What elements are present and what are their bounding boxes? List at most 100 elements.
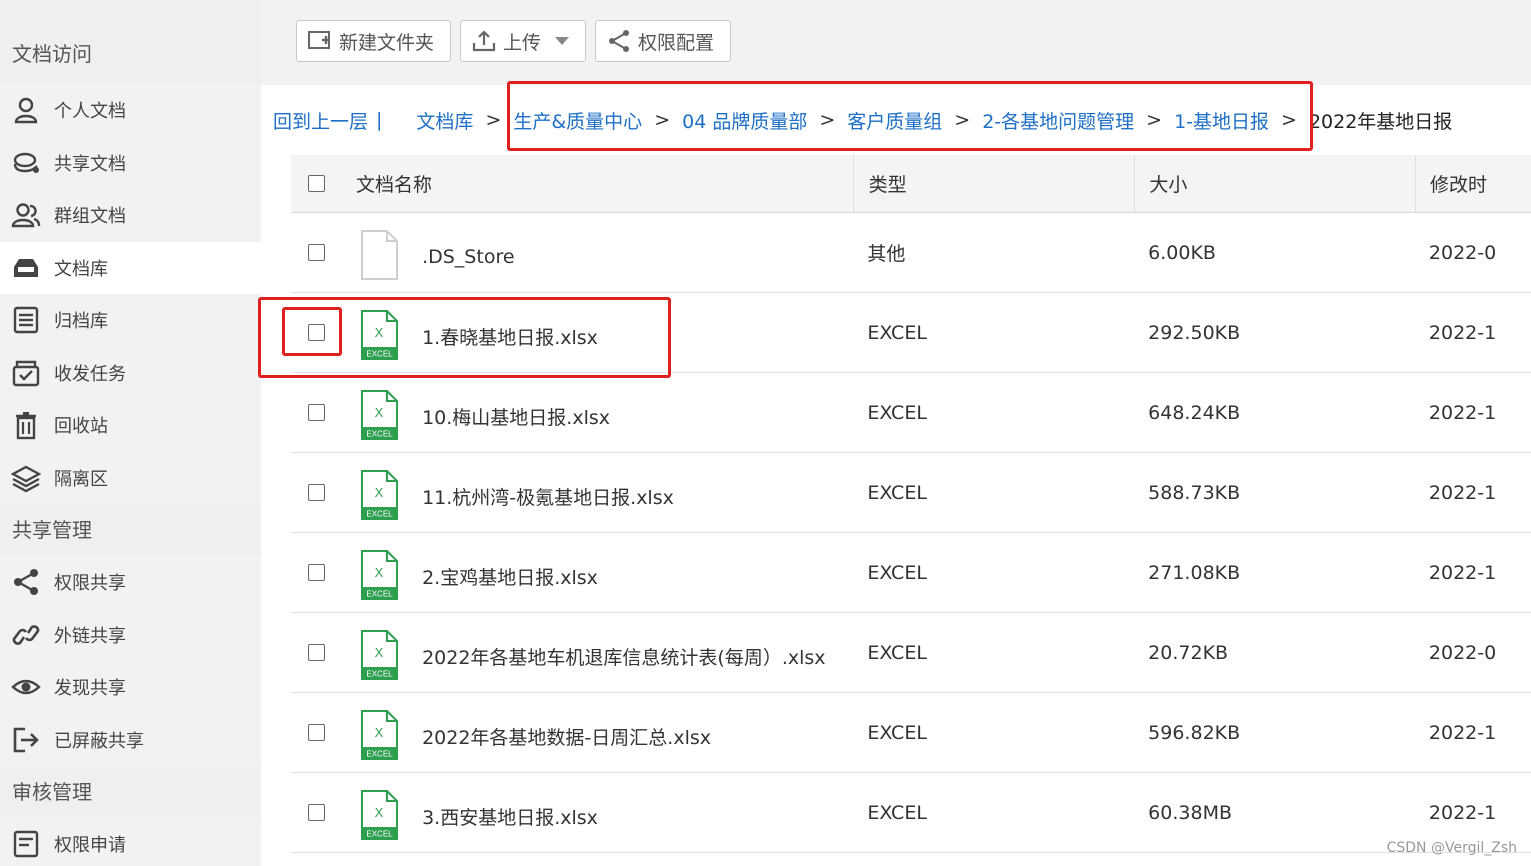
sidebar-item-label: 权限共享 (54, 573, 126, 595)
file-name-cell[interactable]: X EXCEL 10.梅山基地日报.xlsx (341, 373, 852, 452)
new-folder-label: 新建文件夹 (339, 31, 435, 54)
sidebar-item-blocked-share[interactable]: 已屏蔽共享 (0, 714, 261, 767)
table-row[interactable]: X EXCEL 2.宝鸡基地日报.xlsx EXCEL 271.08KB 202… (291, 533, 1531, 613)
archive-icon (10, 304, 42, 336)
file-name-cell[interactable]: X EXCEL 3.西安基地日报.xlsx (341, 773, 852, 852)
sidebar-item-trash[interactable]: 回收站 (0, 399, 261, 452)
table-row[interactable]: X EXCEL 2022年各基地数据-日周汇总.xlsx EXCEL 596.8… (291, 693, 1531, 773)
file-type-cell: 其他 (867, 243, 906, 265)
table-row[interactable]: X EXCEL 3.西安基地日报.xlsx EXCEL 60.38MB 2022… (291, 773, 1531, 853)
table-row[interactable]: X EXCEL 11.杭州湾-极氪基地日报.xlsx EXCEL 588.73K… (291, 453, 1531, 533)
main-panel: 新建文件夹 上传 权限配置 回到上一层 | 文档库 > 生产&质量中心 > 04… (258, 0, 1531, 866)
excel-file-icon: X EXCEL (361, 469, 399, 520)
chevron-down-icon[interactable] (555, 37, 570, 45)
col-type-header[interactable]: 类型 (852, 155, 1135, 212)
excel-icon-caption: EXCEL (366, 509, 393, 518)
row-checkbox[interactable] (307, 804, 325, 821)
new-folder-button[interactable]: 新建文件夹 (296, 20, 451, 62)
file-type-cell: EXCEL (867, 801, 927, 824)
row-checkbox[interactable] (307, 724, 325, 741)
excel-icon-caption: EXCEL (366, 589, 393, 598)
file-size-cell: 596.82KB (1148, 721, 1241, 744)
file-time-cell: 2022-1 (1428, 321, 1497, 344)
file-size-cell: 6.00KB (1148, 241, 1216, 264)
file-size-cell: 271.08KB (1148, 561, 1241, 584)
group-icon (10, 199, 42, 231)
file-name[interactable]: 11.杭州湾-极氪基地日报.xlsx (422, 483, 674, 510)
file-name[interactable]: 2022年各基地数据-日周汇总.xlsx (422, 723, 711, 750)
row-checkbox[interactable] (307, 404, 325, 421)
excel-file-icon: X EXCEL (361, 629, 399, 680)
sidebar-item-tasks[interactable]: 收发任务 (0, 347, 261, 400)
watermark: CSDN @Vergil_Zsh (1386, 840, 1517, 856)
sidebar-item-label: 个人文档 (54, 101, 126, 123)
sidebar-item-group-docs[interactable]: 群组文档 (0, 189, 261, 242)
row-checkbox[interactable] (307, 644, 325, 661)
excel-icon-caption: EXCEL (366, 829, 393, 838)
trash-icon (10, 409, 42, 441)
back-link[interactable]: 回到上一层 (273, 107, 368, 134)
sidebar-item-label: 文档库 (54, 258, 108, 280)
file-name-cell[interactable]: X EXCEL 11.杭州湾-极氪基地日报.xlsx (341, 453, 852, 532)
excel-file-icon: X EXCEL (361, 549, 399, 600)
sidebar-item-library[interactable]: 文档库 (0, 241, 261, 294)
table-row[interactable]: X EXCEL 2022年各基地车机退库信息统计表(每周）.xlsx EXCEL… (291, 613, 1531, 693)
file-name[interactable]: 2.宝鸡基地日报.xlsx (422, 563, 598, 590)
file-name[interactable]: .DS_Store (422, 246, 514, 268)
select-all-checkbox[interactable] (307, 175, 325, 192)
table-row[interactable]: .DS_Store 其他 6.00KB 2022-0 (291, 213, 1531, 293)
file-name[interactable]: 10.梅山基地日报.xlsx (422, 403, 610, 430)
new-folder-icon (308, 31, 330, 49)
file-time-cell: 2022-1 (1428, 401, 1497, 424)
excel-file-icon: X EXCEL (361, 789, 399, 840)
file-name-cell[interactable]: X EXCEL 2022年各基地车机退库信息统计表(每周）.xlsx (341, 613, 852, 692)
breadcrumb-root[interactable]: 文档库 (416, 107, 473, 134)
row-checkbox[interactable] (307, 484, 325, 501)
sidebar-item-personal-docs[interactable]: 个人文档 (0, 84, 261, 137)
file-size-cell: 20.72KB (1148, 641, 1229, 664)
upload-icon (472, 30, 496, 52)
breadcrumb-divider: | (376, 109, 383, 131)
excel-icon-letter: X (375, 485, 384, 500)
col-size-header[interactable]: 大小 (1134, 155, 1415, 212)
sidebar-item-label: 隔离区 (54, 468, 108, 490)
col-name-header[interactable]: 文档名称 (341, 155, 853, 212)
sidebar-item-label: 共享文档 (54, 153, 126, 175)
file-name-cell[interactable]: .DS_Store (341, 213, 852, 292)
file-table: 文档名称 类型 大小 修改时 .DS_Store 其他 6.00KB 2022-… (291, 155, 1531, 853)
row-checkbox[interactable] (307, 564, 325, 581)
toolbar: 新建文件夹 上传 权限配置 (261, 0, 1531, 85)
sidebar-section-audit: 审核管理 (0, 766, 261, 818)
permission-config-button[interactable]: 权限配置 (595, 20, 731, 62)
excel-icon-letter: X (375, 405, 384, 420)
file-name[interactable]: 3.西安基地日报.xlsx (422, 803, 598, 830)
file-name-cell[interactable]: X EXCEL 2.宝鸡基地日报.xlsx (341, 533, 852, 612)
file-type-cell: EXCEL (867, 321, 927, 344)
file-type-cell: EXCEL (867, 401, 927, 424)
file-time-cell: 2022-0 (1428, 641, 1497, 664)
sidebar-item-archive[interactable]: 归档库 (0, 294, 261, 347)
file-type-cell: EXCEL (867, 641, 927, 664)
col-time-header[interactable]: 修改时 (1414, 155, 1531, 212)
upload-button[interactable]: 上传 (460, 20, 586, 62)
row-checkbox[interactable] (307, 244, 325, 261)
sidebar-item-discover-share[interactable]: 发现共享 (0, 661, 261, 714)
table-row[interactable]: X EXCEL 10.梅山基地日报.xlsx EXCEL 648.24KB 20… (291, 373, 1531, 453)
excel-icon-letter: X (375, 805, 384, 820)
breadcrumb-highlight-box (507, 81, 1313, 151)
sidebar-item-label: 收发任务 (54, 363, 126, 385)
sidebar-item-permission-share[interactable]: 权限共享 (0, 556, 261, 609)
excel-icon-letter: X (375, 725, 384, 740)
file-name[interactable]: 2022年各基地车机退库信息统计表(每周）.xlsx (422, 643, 825, 670)
sidebar-item-link-share[interactable]: 外链共享 (0, 609, 261, 662)
file-name-cell[interactable]: X EXCEL 2022年各基地数据-日周汇总.xlsx (341, 693, 852, 772)
task-box-icon (10, 357, 42, 389)
sidebar-item-label: 发现共享 (54, 678, 126, 700)
sidebar-item-shared-docs[interactable]: 共享文档 (0, 137, 261, 190)
sidebar-item-permission-request[interactable]: 权限申请 (0, 818, 261, 866)
permission-config-label: 权限配置 (638, 31, 715, 54)
sidebar-item-label: 归档库 (54, 311, 108, 333)
layers-icon (10, 462, 42, 494)
sidebar-item-quarantine[interactable]: 隔离区 (0, 452, 261, 505)
sidebar: 文档访问 个人文档 共享文档 群组文档 文档库 归档库 收发任务 回收站 隔离区… (0, 0, 261, 866)
